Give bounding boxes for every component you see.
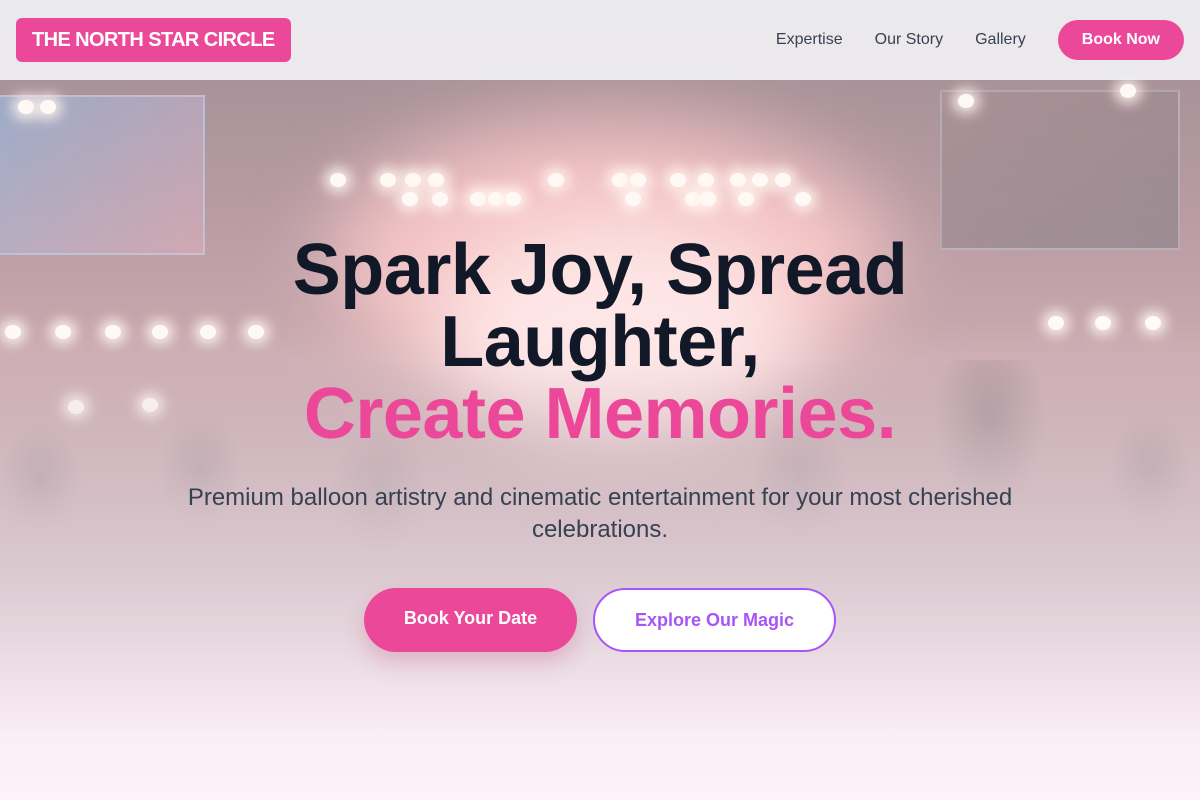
hero-section: Spark Joy, Spread Laughter, Create Memor… (0, 80, 1200, 652)
headline-line-1: Spark Joy, Spread (292, 230, 908, 310)
nav-link-gallery[interactable]: Gallery (975, 31, 1026, 49)
site-header: THE NORTH STAR CIRCLE Expertise Our Stor… (0, 0, 1200, 80)
explore-our-magic-button[interactable]: Explore Our Magic (593, 588, 836, 652)
headline-line-2: Laughter, (440, 302, 760, 382)
site-logo[interactable]: THE NORTH STAR CIRCLE (16, 18, 291, 62)
nav-link-expertise[interactable]: Expertise (776, 31, 843, 49)
book-now-button[interactable]: Book Now (1057, 20, 1184, 60)
nav-link-our-story[interactable]: Our Story (875, 31, 943, 49)
main-nav: Expertise Our Story Gallery Book Now (776, 20, 1184, 60)
headline-accent: Create Memories. (303, 374, 897, 454)
book-your-date-button[interactable]: Book Your Date (364, 588, 577, 652)
hero-headline: Spark Joy, Spread Laughter, Create Memor… (0, 234, 1200, 450)
hero-cta-group: Book Your Date Explore Our Magic (0, 588, 1200, 652)
hero-subtitle: Premium balloon artistry and cinematic e… (187, 484, 1013, 543)
